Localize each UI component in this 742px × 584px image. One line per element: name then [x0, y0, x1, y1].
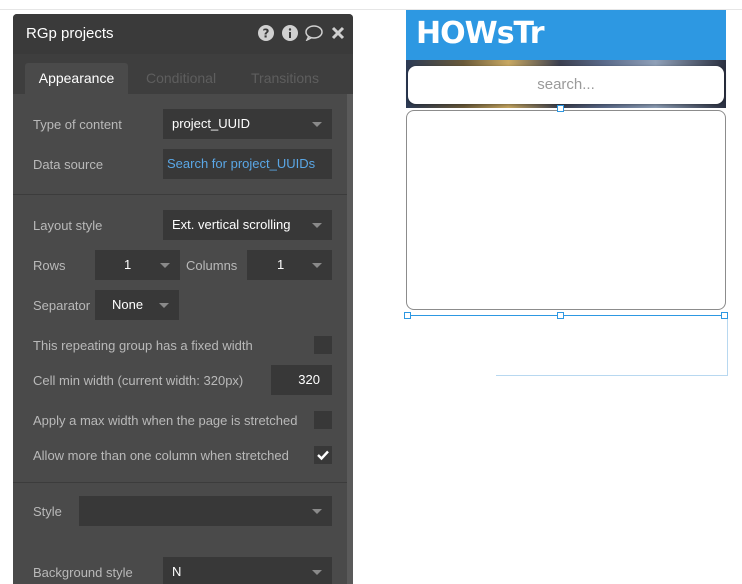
type-of-content-value: project_UUID	[172, 116, 251, 131]
layout-style-dropdown[interactable]: Ext. vertical scrolling	[163, 210, 332, 240]
separator-dropdown[interactable]: None	[95, 290, 179, 320]
repeating-group-projects[interactable]	[406, 110, 726, 310]
columns-value: 1	[277, 257, 285, 272]
help-icon[interactable]: ?	[257, 24, 275, 42]
max-width-label: Apply a max width when the page is stret…	[33, 413, 298, 428]
layout-style-value: Ext. vertical scrolling	[172, 217, 291, 232]
rows-value: 1	[124, 257, 132, 272]
svg-text:?: ?	[263, 27, 270, 41]
panel-scrollbar[interactable]	[347, 94, 353, 584]
panel-title-icons: ?	[257, 24, 347, 42]
header-banner: HOWsTr	[406, 10, 726, 60]
property-editor-panel: RGp projects ? Appearance Conditional Tr…	[13, 14, 353, 584]
chevron-down-icon	[159, 303, 169, 308]
type-of-content-dropdown[interactable]: project_UUID	[163, 109, 332, 139]
fixed-width-checkbox[interactable]	[314, 336, 332, 354]
tab-appearance[interactable]: Appearance	[25, 63, 128, 94]
chevron-down-icon	[312, 263, 322, 268]
info-icon[interactable]	[281, 24, 299, 42]
panel-tabs: Appearance Conditional Transitions	[13, 54, 353, 94]
resize-handle-bottom[interactable]	[557, 312, 564, 319]
background-style-label: Background style	[33, 565, 133, 580]
resize-handle-top[interactable]	[557, 105, 564, 112]
stretch-guide	[496, 316, 728, 376]
close-icon[interactable]	[329, 24, 347, 42]
resize-handle-bottom-left[interactable]	[404, 312, 411, 319]
style-label: Style	[33, 504, 62, 519]
style-dropdown[interactable]	[79, 496, 332, 526]
columns-label: Columns	[186, 258, 238, 273]
rows-label: Rows	[33, 258, 66, 273]
type-of-content-label: Type of content	[33, 117, 122, 132]
section-divider	[13, 194, 347, 195]
tab-conditional[interactable]: Conditional	[146, 63, 216, 94]
chevron-down-icon	[312, 122, 322, 127]
howstr-logo: HOWsTr	[416, 16, 545, 51]
panel-titlebar: RGp projects ?	[13, 14, 353, 54]
panel-title: RGp projects	[26, 25, 114, 42]
resize-handle-bottom-right[interactable]	[721, 312, 728, 319]
selection-outline	[406, 315, 726, 316]
tab-transitions[interactable]: Transitions	[251, 63, 319, 94]
fixed-width-label: This repeating group has a fixed width	[33, 338, 253, 353]
separator-value: None	[112, 297, 144, 312]
cell-min-width-label: Cell min width (current width: 320px)	[33, 373, 244, 388]
chevron-down-icon	[312, 223, 322, 228]
data-source-label: Data source	[33, 157, 104, 172]
cell-min-width-input[interactable]: 320	[271, 365, 332, 395]
background-style-value: N	[172, 564, 182, 579]
section-divider	[13, 482, 347, 483]
layout-style-label: Layout style	[33, 218, 103, 233]
comment-icon[interactable]	[305, 24, 323, 42]
chevron-down-icon	[312, 509, 322, 514]
data-source-field[interactable]: Search for project_UUIDs	[163, 149, 332, 179]
multi-column-label: Allow more than one column when stretche…	[33, 448, 289, 463]
columns-dropdown[interactable]: 1	[247, 250, 332, 280]
checkmark-icon	[317, 450, 329, 461]
separator-label: Separator	[33, 298, 91, 313]
multi-column-checkbox[interactable]	[314, 446, 332, 464]
chevron-down-icon	[160, 263, 170, 268]
search-input[interactable]: search...	[408, 66, 724, 104]
rows-dropdown[interactable]: 1	[95, 250, 180, 280]
max-width-checkbox[interactable]	[314, 411, 332, 429]
